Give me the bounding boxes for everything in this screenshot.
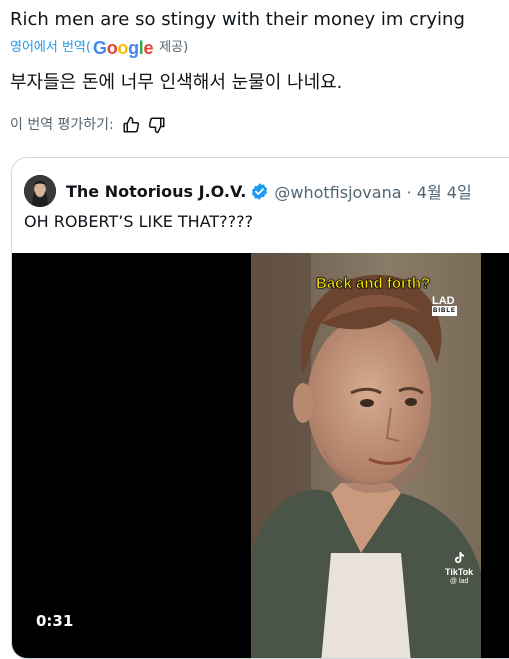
- google-letter: G: [92, 38, 107, 58]
- verified-badge-icon: [250, 182, 269, 201]
- tiktok-icon: [455, 552, 465, 563]
- watermark-top: LAD: [432, 295, 455, 307]
- tweet-text: Rich men are so stingy with their money …: [10, 9, 465, 30]
- quoted-tweet-header: The Notorious J.O.V. @whotfisjovana · 4월…: [24, 175, 472, 207]
- tiktok-handle: @ lad: [449, 578, 469, 585]
- provided-label: 제공): [159, 40, 189, 55]
- quoted-tweet-card[interactable]: The Notorious J.O.V. @whotfisjovana · 4월…: [11, 157, 509, 659]
- lad-bible-watermark: LAD BIBLE: [432, 296, 457, 316]
- translated-text: 부자들은 돈에 너무 인색해서 눈물이 나네요.: [10, 72, 343, 93]
- rate-translation: 이 번역 평가하기:: [10, 114, 166, 136]
- quoted-tweet-text: OH ROBERT’S LIKE THAT????: [24, 212, 254, 231]
- author-name[interactable]: The Notorious J.O.V.: [66, 182, 246, 201]
- watermark-bottom: BIBLE: [432, 306, 457, 316]
- video-duration: 0:31: [36, 612, 74, 630]
- translated-from-link[interactable]: 영어에서 번역: [10, 38, 86, 58]
- translation-attribution: 영어에서 번역 ( Google 제공): [10, 38, 188, 58]
- tiktok-watermark: TikTok @ lad: [445, 551, 473, 587]
- google-letter: o: [117, 38, 129, 58]
- rate-translation-label: 이 번역 평가하기:: [10, 117, 114, 133]
- google-letter: e: [143, 38, 154, 58]
- google-logo: Google: [92, 38, 154, 58]
- avatar[interactable]: [24, 175, 56, 207]
- avatar-image: [24, 175, 56, 207]
- tiktok-label: TikTok: [445, 567, 474, 577]
- open-paren: (: [85, 40, 91, 55]
- thumbs-down-icon[interactable]: [148, 116, 166, 134]
- thumbs-up-icon[interactable]: [122, 116, 140, 134]
- google-letter: g: [128, 38, 139, 58]
- author-handle-date[interactable]: @whotfisjovana · 4월 4일: [274, 179, 471, 203]
- video-caption: Back and forth?: [316, 275, 431, 293]
- google-letter: o: [106, 38, 118, 58]
